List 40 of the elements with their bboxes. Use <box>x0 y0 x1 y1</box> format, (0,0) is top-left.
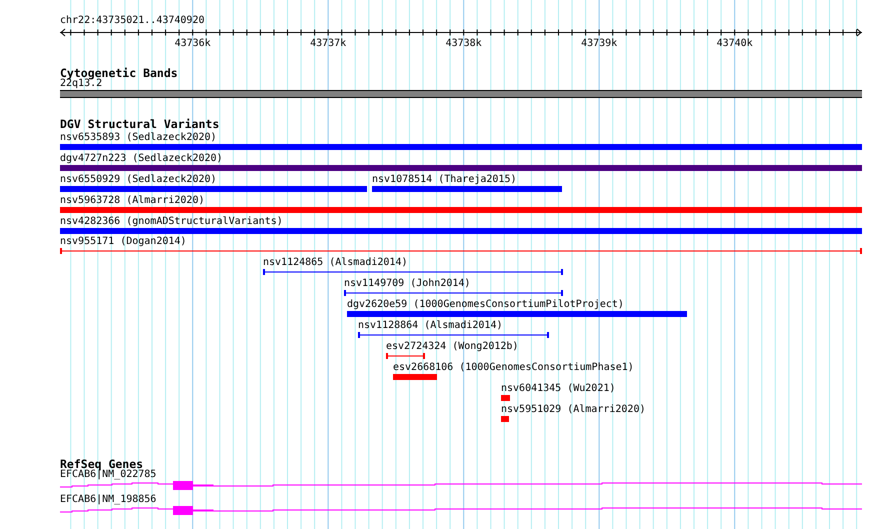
variant-span[interactable] <box>60 248 862 254</box>
variant-span[interactable] <box>344 290 563 296</box>
variant-label: nsv1078514 (Thareja2015) <box>372 174 516 185</box>
variant-label: nsv6535893 (Sedlazeck2020) <box>60 133 217 143</box>
variant-span[interactable] <box>358 332 549 338</box>
gene-model-drawing[interactable] <box>60 506 862 515</box>
variant-label: esv2668106 (1000GenomesConsortiumPhase1) <box>393 362 634 373</box>
variant-bar[interactable] <box>372 186 562 192</box>
variant-label: nsv1149709 (John2014) <box>344 279 470 290</box>
variant-bar[interactable] <box>347 311 687 318</box>
cytoband-bar[interactable] <box>60 90 862 98</box>
variant-label: nsv6041345 (Wu2021) <box>501 384 616 394</box>
variant-label: nsv955171 (Dogan2014) <box>60 237 186 248</box>
variant-bar[interactable] <box>60 164 862 171</box>
gene-label: EFCAB6|NM_198856 <box>60 495 158 505</box>
variant-label: nsv4282366 (gnomADStructuralVariants) <box>60 216 283 227</box>
variant-label: nsv1124865 (Alsmadi2014) <box>263 258 408 268</box>
tick-label: 43739k <box>581 38 618 49</box>
region-label: chr22:43735021..43740920 <box>60 15 206 27</box>
variant-label: dgv4727n223 (Sedlazeck2020) <box>60 154 223 164</box>
tick-label: 43737k <box>310 38 346 49</box>
variant-label: dgv2620e59 (1000GenomesConsortiumPilotProject) <box>347 300 624 310</box>
track-title: Cytogenetic Bands <box>60 67 179 79</box>
band-label: 22q13.2 <box>60 79 102 89</box>
tick-label: 43736k <box>174 38 211 49</box>
variant-span[interactable] <box>386 352 425 359</box>
track-title: RefSeq Genes <box>60 458 144 470</box>
gene-label: EFCAB6|NM_022785 <box>60 470 158 480</box>
variant-label: nsv5951029 (Almarri2020) <box>501 404 646 415</box>
gene-model-drawing[interactable] <box>60 481 862 490</box>
tick-label: 43740k <box>716 38 753 49</box>
variant-label: nsv1128864 (Alsmadi2014) <box>358 321 502 332</box>
variant-label: nsv6550929 (Sedlazeck2020) <box>60 174 217 185</box>
variant-label: esv2724324 (Wong2012b) <box>386 342 518 352</box>
variant-label: nsv5963728 (Almarri2020) <box>60 196 204 206</box>
variant-span[interactable] <box>263 269 563 276</box>
track-title: DGV Structural Variants <box>60 118 220 130</box>
tick-label: 43738k <box>446 38 482 49</box>
variant-bar[interactable] <box>60 228 862 234</box>
variant-bar[interactable] <box>60 186 367 192</box>
